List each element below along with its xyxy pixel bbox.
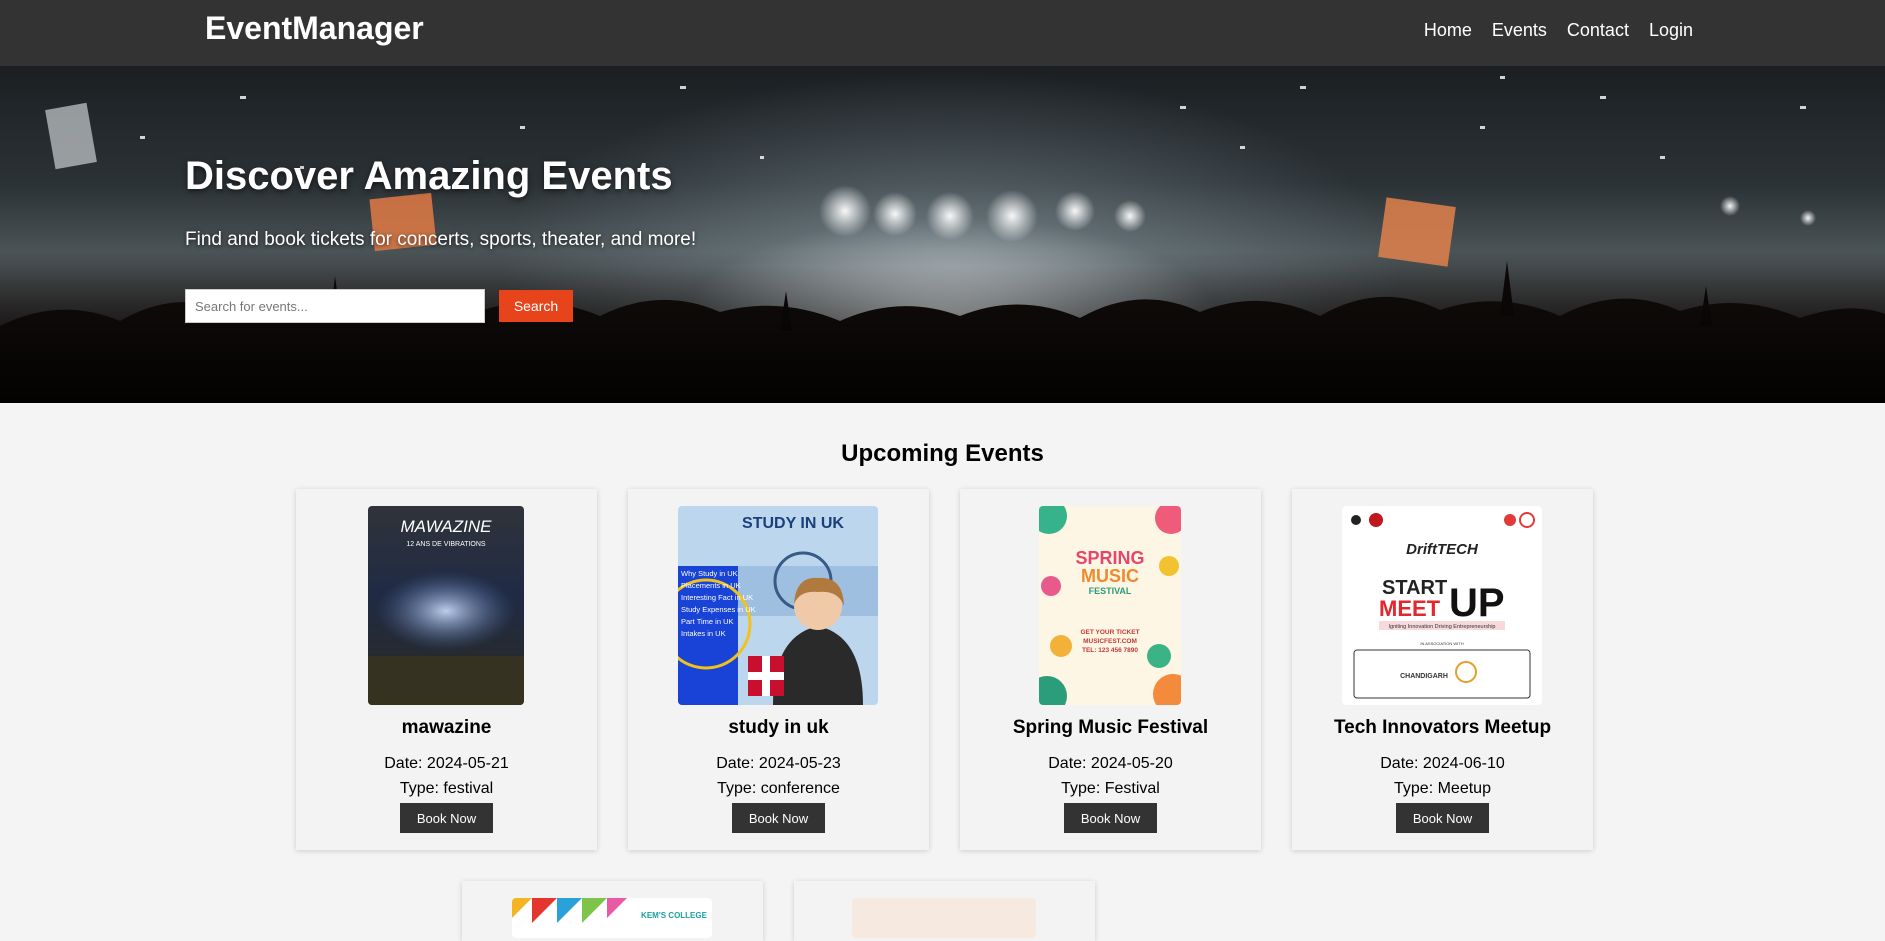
search-input[interactable] — [185, 289, 485, 323]
event-card: MAWAZINE 12 ANS DE VIBRATIONS mawazine D… — [296, 489, 597, 850]
event-type: Type: Festival — [1061, 780, 1160, 797]
book-now-button[interactable]: Book Now — [1064, 803, 1157, 833]
event-date: Date: 2024-06-10 — [1380, 755, 1505, 772]
svg-text:Part Time in UK: Part Time in UK — [681, 617, 734, 626]
svg-text:TEL: 123 456 7890: TEL: 123 456 7890 — [1082, 647, 1138, 654]
book-now-button[interactable]: Book Now — [400, 803, 493, 833]
event-name: mawazine — [401, 717, 492, 738]
top-navbar: EventManager Home Events Contact Login — [0, 0, 1885, 66]
event-name: Spring Music Festival — [1012, 717, 1209, 738]
mawazine-poster-image: MAWAZINE 12 ANS DE VIBRATIONS — [368, 506, 524, 705]
event-name: Tech Innovators Meetup — [1333, 717, 1552, 738]
tech-innovators-meetup-poster-image: DriftTECH START MEET UP Igniting Innovat… — [1342, 506, 1542, 705]
hero-title: Discover Amazing Events — [185, 154, 673, 198]
brand-logo[interactable]: EventManager — [205, 10, 424, 47]
poster-title: SPRING — [1075, 548, 1144, 568]
poster-title: MAWAZINE — [401, 517, 493, 536]
nav-link-contact[interactable]: Contact — [1567, 20, 1629, 41]
poster-subtitle: 12 ANS DE VIBRATIONS — [406, 541, 486, 548]
svg-text:MUSICFEST.COM: MUSICFEST.COM — [1083, 638, 1137, 645]
poster-title: KEM'S COLLEGE — [641, 911, 708, 920]
svg-text:Interesting Fact in UK: Interesting Fact in UK — [681, 593, 753, 602]
event-poster-image — [852, 898, 1036, 938]
svg-text:FESTIVAL: FESTIVAL — [1089, 586, 1132, 596]
book-now-button[interactable]: Book Now — [732, 803, 825, 833]
hero-banner: Discover Amazing Events Find and book ti… — [0, 66, 1885, 403]
svg-text:UP: UP — [1449, 581, 1505, 625]
event-name: study in uk — [728, 717, 829, 738]
nav-link-home[interactable]: Home — [1424, 20, 1472, 41]
event-date: Date: 2024-05-21 — [384, 755, 509, 772]
study-in-uk-poster-image: STUDY IN UK Why Study in UK Placements i… — [678, 506, 878, 705]
event-date: Date: 2024-05-23 — [716, 755, 841, 772]
spring-music-festival-poster-image: SPRING MUSIC FESTIVAL GET YOUR TICKET MU… — [1039, 506, 1181, 705]
event-card: KEM'S COLLEGE — [462, 881, 763, 941]
svg-text:Study Expenses in UK: Study Expenses in UK — [681, 605, 756, 614]
svg-text:GET YOUR TICKET: GET YOUR TICKET — [1080, 629, 1139, 636]
upcoming-events-heading: Upcoming Events — [841, 440, 1044, 467]
svg-text:MEET: MEET — [1379, 596, 1441, 621]
svg-text:Placements in UK: Placements in UK — [681, 581, 741, 590]
event-card: DriftTECH START MEET UP Igniting Innovat… — [1292, 489, 1593, 850]
event-card: STUDY IN UK Why Study in UK Placements i… — [628, 489, 929, 850]
event-type: Type: Meetup — [1394, 780, 1491, 797]
poster-title: DriftTECH — [1406, 541, 1479, 558]
nav-links: Home Events Contact Login — [1424, 20, 1693, 41]
svg-text:Igniting Innovation Driving En: Igniting Innovation Driving Entrepreneur… — [1388, 624, 1495, 630]
svg-text:CHANDIGARH: CHANDIGARH — [1400, 673, 1448, 680]
event-type: Type: conference — [717, 780, 840, 797]
book-now-button[interactable]: Book Now — [1396, 803, 1489, 833]
event-type: Type: festival — [399, 780, 494, 797]
hero-subtitle: Find and book tickets for concerts, spor… — [185, 229, 697, 250]
svg-text:MUSIC: MUSIC — [1081, 566, 1139, 586]
svg-text:Intakes in UK: Intakes in UK — [681, 629, 726, 638]
nav-link-events[interactable]: Events — [1492, 20, 1547, 41]
event-card: SPRING MUSIC FESTIVAL GET YOUR TICKET MU… — [960, 489, 1261, 850]
search-button[interactable]: Search — [499, 290, 573, 322]
event-poster-image: KEM'S COLLEGE — [512, 898, 712, 938]
svg-text:Why Study in UK: Why Study in UK — [681, 569, 738, 578]
poster-title: STUDY IN UK — [742, 515, 844, 532]
event-card — [794, 881, 1095, 941]
svg-text:IN ASSOCIATION WITH: IN ASSOCIATION WITH — [1420, 641, 1463, 646]
event-date: Date: 2024-05-20 — [1048, 755, 1173, 772]
nav-link-login[interactable]: Login — [1649, 20, 1693, 41]
